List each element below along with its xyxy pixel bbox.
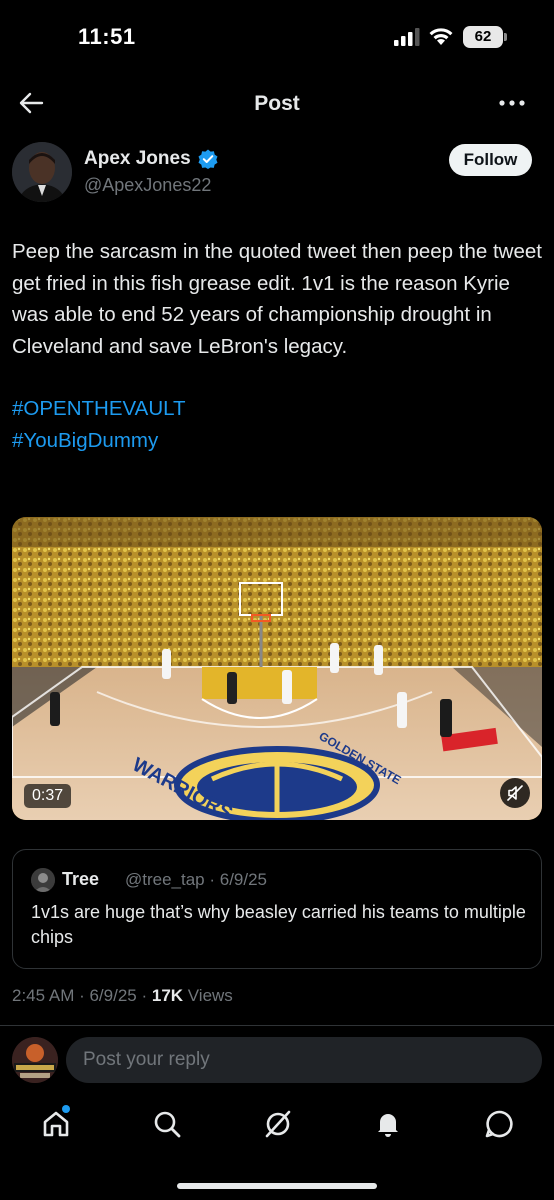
post-text: Peep the sarcasm in the quoted tweet the… xyxy=(12,240,548,358)
wifi-icon xyxy=(429,28,453,45)
quoted-author-name: Tree xyxy=(62,869,100,889)
more-options-icon[interactable] xyxy=(498,98,526,108)
quoted-post-text: 1v1s are huge that’s why beasley carried… xyxy=(31,902,526,947)
reply-input[interactable]: Post your reply xyxy=(66,1037,542,1083)
author-name[interactable]: Apex Jones xyxy=(84,148,191,170)
hashtag-link[interactable]: #YouBigDummy xyxy=(12,425,542,457)
hashtag-link[interactable]: #OPENTHEVAULT xyxy=(12,393,542,425)
follow-button[interactable]: Follow xyxy=(449,144,532,176)
search-icon[interactable] xyxy=(151,1108,183,1140)
post-body: Peep the sarcasm in the quoted tweet the… xyxy=(12,236,542,456)
bottom-navigation xyxy=(0,1100,554,1150)
divider xyxy=(0,1025,554,1026)
page-title: Post xyxy=(254,92,300,115)
quoted-author-avatar xyxy=(31,868,55,892)
quoted-author-meta: @tree_tap · 6/9/25 xyxy=(125,870,268,889)
reply-bar: Post your reply xyxy=(0,1035,554,1087)
verified-badge-icon xyxy=(198,149,218,169)
notifications-icon[interactable] xyxy=(372,1108,404,1140)
video-player[interactable]: WARRIORS GOLDEN STATE 0:37 xyxy=(12,517,542,820)
hashtag-list: #OPENTHEVAULT #YouBigDummy xyxy=(12,393,542,456)
status-bar: 11:51 62 xyxy=(0,0,554,72)
post-timestamp: 2:45 AM · 6/9/25 · 17K Views xyxy=(12,986,233,1006)
home-notification-dot xyxy=(62,1105,70,1113)
top-navigation-bar: Post xyxy=(0,80,554,130)
views-count[interactable]: 17K xyxy=(152,986,183,1005)
views-label: Views xyxy=(183,986,233,1005)
mute-icon[interactable] xyxy=(500,778,530,808)
battery-level: 62 xyxy=(463,26,503,48)
status-time: 11:51 xyxy=(78,24,136,49)
video-duration: 0:37 xyxy=(24,784,72,808)
cellular-signal-icon xyxy=(394,28,420,46)
messages-icon[interactable] xyxy=(483,1108,515,1140)
current-user-avatar[interactable] xyxy=(12,1037,58,1083)
battery-icon: 62 xyxy=(463,26,507,48)
post-time-date: 2:45 AM · 6/9/25 · xyxy=(12,986,152,1005)
post-author: Apex Jones @ApexJones22 Follow xyxy=(12,142,542,206)
author-handle: @ApexJones22 xyxy=(84,175,212,195)
grok-icon[interactable] xyxy=(262,1108,294,1140)
quoted-post[interactable]: Tree @tree_tap · 6/9/25 1v1s are huge th… xyxy=(12,849,542,969)
author-avatar[interactable] xyxy=(12,142,72,202)
home-indicator xyxy=(177,1183,377,1189)
video-frame: WARRIORS GOLDEN STATE xyxy=(12,517,542,820)
